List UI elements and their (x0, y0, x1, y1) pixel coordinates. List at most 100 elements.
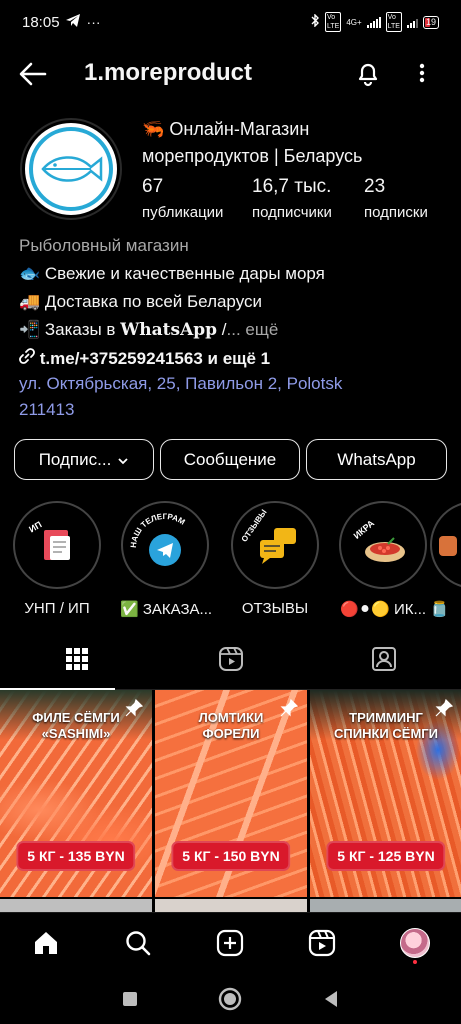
home-icon[interactable] (31, 928, 61, 958)
stat-posts-label: публикации (142, 204, 224, 221)
bio-line-3-bold: WhatsApp (120, 320, 218, 340)
chevron-down-icon (117, 450, 129, 470)
post-tile-partial[interactable] (310, 899, 461, 913)
pin-icon (434, 698, 454, 718)
bio-line-3-suffix: / (217, 320, 227, 339)
battery-icon: 19 (422, 15, 439, 29)
bio-address-line1[interactable]: ул. Октябрьская, 25, Павильон 2, Polotsk (19, 374, 342, 394)
network-type: 4G+ (346, 17, 362, 27)
create-post-icon[interactable] (215, 928, 245, 958)
whatsapp-button[interactable]: WhatsApp (306, 439, 447, 480)
avatar (400, 928, 430, 958)
profile-name-line1: 🦐 Онлайн-Магазин (142, 119, 310, 139)
tab-tagged[interactable] (307, 632, 461, 690)
highlight-reviews[interactable]: ОТЗЫВЫ ОТЗЫВЫ (230, 501, 320, 617)
profile-username: 1.moreproduct (84, 59, 253, 86)
tagged-person-icon (371, 646, 397, 677)
bluetooth-icon (311, 13, 320, 30)
signal-icon (366, 16, 381, 28)
highlight-badge-caviar: ИКРА (352, 518, 377, 541)
stat-following-value: 23 (364, 176, 386, 197)
more-notifications-icon: ··· (86, 14, 101, 30)
stat-followers-value: 16,7 тыс. (252, 176, 332, 197)
bio-line-3: 📲 Заказы в WhatsApp /... ещё (19, 320, 278, 340)
post-tile[interactable]: ФИЛЕ СЁМГИ «SASHIMI» 5 КГ - 135 BYN (0, 690, 152, 897)
stat-following[interactable]: 23 подписки (364, 176, 428, 221)
battery-level: 19 (425, 17, 436, 27)
stat-following-label: подписки (364, 204, 428, 221)
bio-line-3-prefix: 📲 Заказы в (19, 320, 121, 339)
link-icon (19, 348, 40, 368)
grid-icon (65, 647, 89, 676)
highlight-label-caviar: 🔴⚫🟡 ИК... (339, 601, 427, 618)
profile-header: 1.moreproduct (0, 50, 461, 96)
reels-nav-icon[interactable] (307, 928, 337, 958)
status-bar: 18:05 ··· Vo LTE 4G+ Vo LTE 19 (0, 0, 461, 44)
telegram-icon (65, 13, 81, 31)
recent-apps-icon[interactable] (117, 986, 143, 1012)
pin-icon (124, 698, 144, 718)
post-price-badge: 5 КГ - 125 BYN (326, 841, 446, 871)
document-icon: ИП (18, 506, 96, 584)
profile-avatar[interactable] (20, 118, 122, 220)
stat-followers-label: подписчики (252, 204, 332, 221)
signal-icon-2 (406, 16, 418, 28)
highlight-telegram[interactable]: НАШ ТЕЛЕГРАМ ✅ ЗАКАЗА... (120, 501, 213, 618)
bottom-navigation (0, 912, 461, 974)
posts-grid: ФИЛЕ СЁМГИ «SASHIMI» 5 КГ - 135 BYN ЛОМТ… (0, 690, 461, 913)
message-button[interactable]: Сообщение (160, 439, 300, 480)
bio-link[interactable]: t.me/+375259241563 и ещё 1 (19, 348, 270, 369)
profile-nav-avatar[interactable] (400, 928, 430, 964)
volte-icon-2: Vo LTE (385, 12, 402, 32)
highlight-badge-ip: ИП (27, 519, 43, 534)
volte-icon: Vo LTE (324, 12, 342, 32)
post-tile-partial[interactable] (0, 899, 152, 913)
tab-posts-grid[interactable] (0, 632, 154, 690)
search-icon[interactable] (123, 928, 153, 958)
tab-reels[interactable] (154, 632, 308, 690)
bell-icon[interactable] (354, 59, 382, 87)
highlight-label-jar: 🫙 (430, 601, 449, 618)
bio-line-1: 🐟 Свежие и качественные дары моря (19, 264, 325, 283)
post-price-badge: 5 КГ - 135 BYN (16, 841, 136, 871)
bio-line-2: 🚚 Доставка по всей Беларуси (19, 292, 263, 311)
back-arrow-icon[interactable] (18, 60, 48, 88)
highlight-jar[interactable]: 🫙 (430, 501, 461, 618)
whatsapp-button-label: WhatsApp (337, 449, 416, 469)
bio-address-line2[interactable]: 211413 (19, 400, 74, 420)
fish-logo-icon (25, 123, 117, 215)
highlight-badge-reviews: ОТЗЫВЫ (240, 508, 269, 544)
highlight-caviar[interactable]: ИКРА 🔴⚫🟡 ИК... (338, 501, 428, 618)
highlight-label-unp: УНП / ИП (24, 600, 90, 617)
pin-icon (279, 698, 299, 718)
bio-more-link[interactable]: ... ещё (227, 320, 279, 339)
back-button-icon[interactable] (318, 986, 344, 1012)
chat-bubbles-icon: ОТЗЫВЫ (236, 506, 314, 584)
system-navigation (0, 974, 461, 1024)
stat-posts-value: 67 (142, 176, 164, 197)
follow-dropdown-button[interactable]: Подпис... (14, 439, 154, 480)
notification-dot (413, 960, 417, 964)
stat-followers[interactable]: 16,7 тыс. подписчики (252, 176, 332, 221)
stat-posts[interactable]: 67 публикации (142, 176, 223, 221)
bio-category: Рыболовный магазин (19, 236, 189, 255)
profile-display-name: 🦐 Онлайн-Магазин морепродуктов | Беларус… (142, 116, 452, 170)
jar-icon (435, 506, 461, 584)
clock: 18:05 (22, 13, 60, 31)
highlight-label-orders: ✅ ЗАКАЗА... (120, 601, 213, 618)
post-tile[interactable]: ТРИММИНГ СПИНКИ СЁМГИ 5 КГ - 125 BYN (310, 690, 461, 897)
caviar-sandwich-icon: ИКРА (344, 506, 422, 584)
post-price-badge: 5 КГ - 150 BYN (171, 841, 291, 871)
telegram-icon: НАШ ТЕЛЕГРАМ (126, 506, 204, 584)
more-options-icon[interactable] (412, 59, 432, 87)
home-button-icon[interactable] (217, 986, 243, 1012)
highlight-unp[interactable]: ИП УНП / ИП (12, 501, 102, 617)
profile-content-tabs (0, 632, 461, 690)
post-tile[interactable]: ЛОМТИКИ ФОРЕЛИ 5 КГ - 150 BYN (155, 690, 307, 897)
bio-link-text: t.me/+375259241563 и ещё 1 (39, 349, 271, 368)
post-tile-partial[interactable] (155, 899, 307, 913)
message-button-label: Сообщение (183, 449, 277, 469)
reels-icon (218, 646, 244, 677)
highlight-label-reviews: ОТЗЫВЫ (241, 600, 309, 617)
profile-name-line2: морепродуктов | Беларусь (142, 146, 363, 166)
